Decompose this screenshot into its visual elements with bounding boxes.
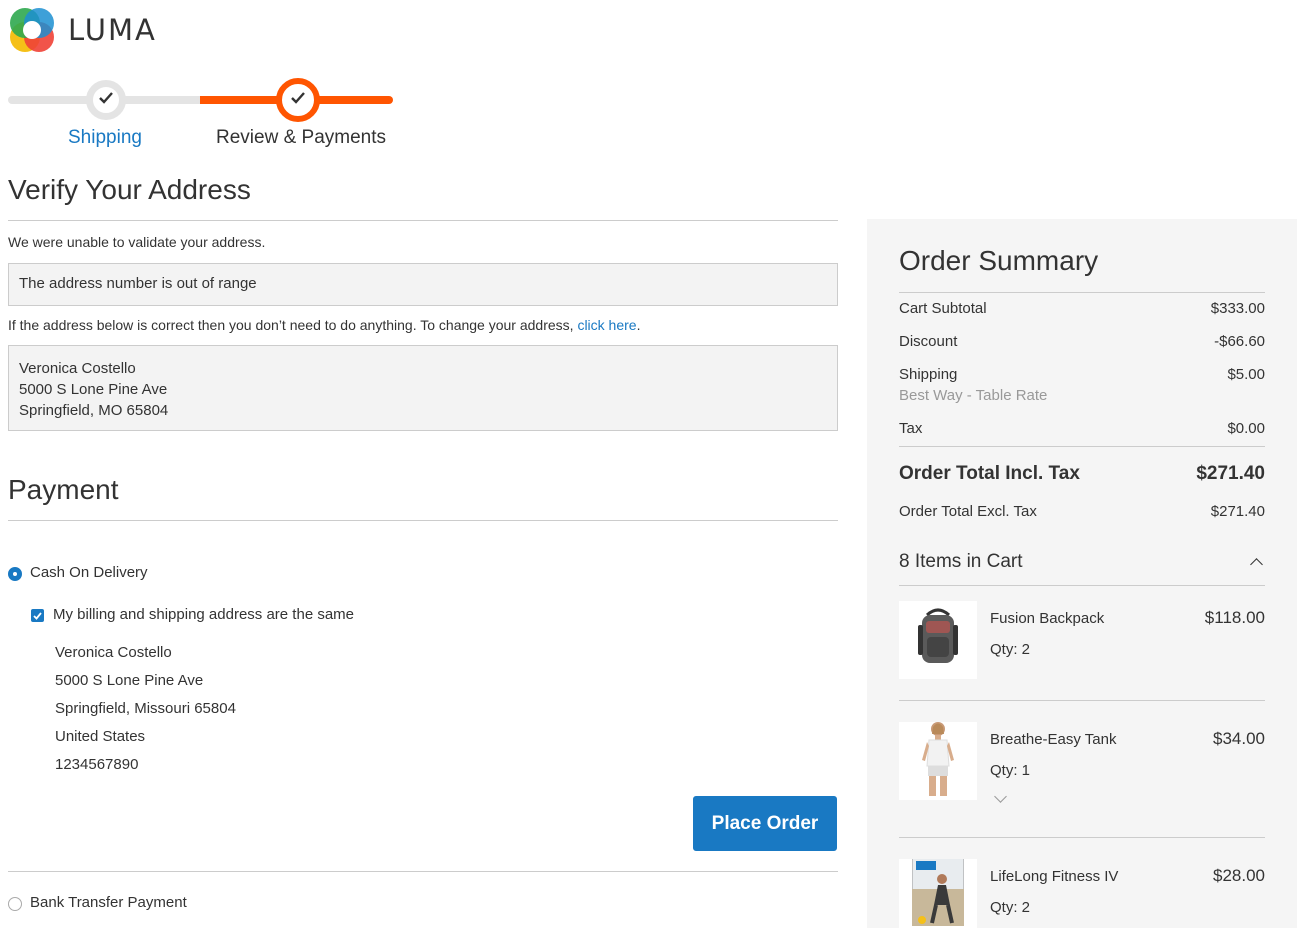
bank-transfer-radio[interactable]: [8, 897, 22, 911]
item-name: LifeLong Fitness IV: [990, 868, 1119, 885]
dvd-cover-icon: [911, 859, 965, 928]
luma-logo-icon: [8, 6, 56, 54]
backpack-icon: [913, 605, 963, 676]
total-incl-row: Order Total Incl. Tax $271.40: [899, 463, 1265, 485]
luma-logo[interactable]: LUMA: [8, 6, 157, 54]
items-in-cart-label: 8 Items in Cart: [899, 551, 1023, 572]
product-thumbnail[interactable]: [899, 859, 977, 928]
same-address-label[interactable]: My billing and shipping address are the …: [53, 606, 354, 623]
billing-street: 5000 S Lone Pine Ave: [55, 672, 204, 689]
item-name: Breathe-Easy Tank: [990, 731, 1117, 748]
item-price: $118.00: [1204, 608, 1265, 627]
instruction-text: If the address below is correct then you…: [8, 317, 574, 333]
payment-title: Payment: [8, 474, 119, 505]
address-instruction: If the address below is correct then you…: [8, 317, 640, 333]
shipping-value: $5.00: [1227, 366, 1265, 383]
error-message-text: The address number is out of range: [19, 275, 257, 292]
divider: [899, 292, 1265, 293]
discount-row: Discount -$66.60: [899, 333, 1265, 350]
shipping-row: Shipping $5.00: [899, 366, 1265, 383]
address-city: Springfield, MO 65804: [19, 402, 169, 419]
cart-item: LifeLong Fitness IV Qty: 2 $28.00: [899, 859, 1265, 928]
tax-value: $0.00: [1227, 420, 1265, 437]
address-street: 5000 S Lone Pine Ave: [19, 381, 168, 398]
product-thumbnail[interactable]: [899, 601, 977, 679]
billing-name: Veronica Costello: [55, 644, 172, 661]
discount-value: -$66.60: [1214, 333, 1265, 350]
step-review-label: Review & Payments: [216, 127, 387, 148]
order-summary-title: Order Summary: [899, 245, 1099, 276]
same-address-checkbox[interactable]: [31, 609, 44, 622]
subtotal-row: Cart Subtotal $333.00: [899, 300, 1265, 317]
step-shipping-label[interactable]: Shipping: [68, 127, 142, 149]
billing-phone: 1234567890: [55, 756, 139, 773]
chevron-down-icon[interactable]: [994, 790, 1007, 803]
instruction-tail: .: [636, 317, 641, 333]
step-shipping-dot[interactable]: [86, 80, 126, 120]
order-summary: Order Summary Cart Subtotal $333.00 Disc…: [867, 219, 1297, 928]
divider: [899, 446, 1265, 447]
place-order-button[interactable]: Place Order: [693, 796, 837, 851]
billing-country: United States: [55, 728, 146, 745]
item-name: Fusion Backpack: [990, 610, 1105, 627]
validation-failed-text: We were unable to validate your address.: [8, 234, 266, 250]
step-review-dot: [276, 78, 320, 122]
validation-error-message: The address number is out of range: [8, 263, 838, 306]
subtotal-label: Cart Subtotal: [899, 300, 987, 317]
billing-address: Veronica Costello 5000 S Lone Pine Ave S…: [55, 639, 236, 779]
item-qty: Qty: 1: [990, 762, 1031, 779]
cash-on-delivery-label[interactable]: Cash On Delivery: [30, 564, 148, 581]
divider: [899, 700, 1265, 701]
total-excl-row: Order Total Excl. Tax $271.40: [899, 503, 1265, 520]
tax-row: Tax $0.00: [899, 420, 1265, 437]
total-incl-value: $271.40: [1196, 463, 1265, 484]
item-price: $34.00: [1213, 729, 1265, 748]
shipping-label: Shipping: [899, 366, 958, 383]
cash-on-delivery-radio[interactable]: [8, 567, 22, 581]
bank-transfer-label[interactable]: Bank Transfer Payment: [30, 894, 187, 911]
address-name: Veronica Costello: [19, 360, 136, 377]
divider: [899, 837, 1265, 838]
divider: [8, 220, 838, 221]
cart-item: Breathe-Easy Tank Qty: 1 $34.00: [899, 722, 1265, 812]
checkmark-icon: [291, 91, 305, 109]
divider: [8, 520, 838, 521]
total-incl-label: Order Total Incl. Tax: [899, 463, 1080, 484]
discount-label: Discount: [899, 333, 958, 350]
billing-city: Springfield, Missouri 65804: [55, 700, 236, 717]
item-qty: Qty: 2: [990, 899, 1031, 916]
brand-name: LUMA: [68, 13, 157, 47]
product-thumbnail[interactable]: [899, 722, 977, 800]
items-in-cart-toggle[interactable]: 8 Items in Cart: [899, 551, 1265, 573]
suggested-address-box: Veronica Costello 5000 S Lone Pine Ave S…: [8, 345, 838, 431]
total-excl-value: $271.40: [1210, 503, 1265, 520]
checkout-progress: Shipping Review & Payments: [8, 78, 398, 158]
tax-label: Tax: [899, 420, 923, 437]
checkmark-icon: [33, 607, 42, 625]
item-price: $28.00: [1213, 866, 1265, 885]
chevron-up-icon: [1250, 558, 1263, 571]
checkmark-icon: [99, 91, 113, 109]
divider: [8, 871, 838, 872]
cart-item: Fusion Backpack Qty: 2 $118.00: [899, 601, 1265, 683]
divider: [899, 585, 1265, 586]
verify-address-title: Verify Your Address: [8, 174, 251, 205]
item-qty: Qty: 2: [990, 641, 1031, 658]
subtotal-value: $333.00: [1210, 300, 1265, 317]
total-excl-label: Order Total Excl. Tax: [899, 503, 1037, 520]
tank-top-icon: [916, 722, 960, 800]
shipping-method: Best Way - Table Rate: [899, 387, 1048, 404]
change-address-link[interactable]: click here: [577, 317, 636, 333]
